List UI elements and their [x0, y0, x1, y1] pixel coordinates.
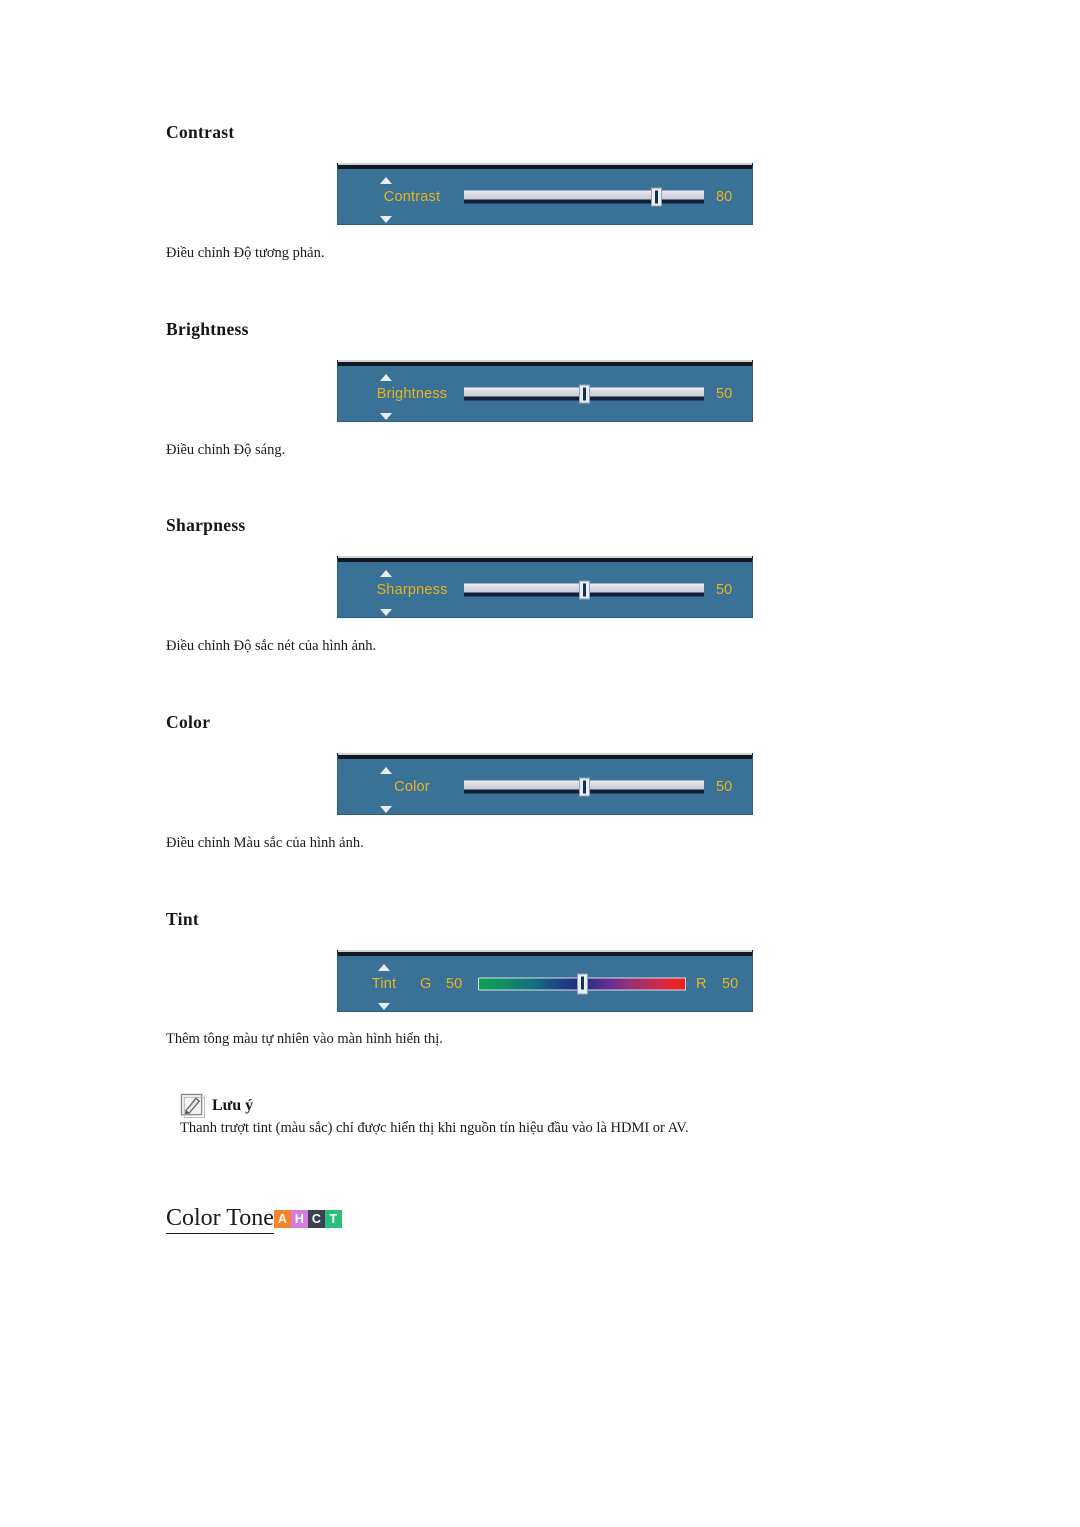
slider-contrast[interactable]	[464, 187, 704, 206]
tint-green-letter: G	[420, 975, 432, 992]
tint-green-value: 50	[446, 975, 463, 992]
osd-value-sharpness: 50	[716, 581, 733, 598]
osd-panel-contrast: Contrast 80	[337, 163, 753, 225]
osd-panel-tint: Tint G 50 R 50	[337, 950, 753, 1012]
section-caption-brightness: Điều chỉnh Độ sáng.	[166, 442, 286, 458]
slider-handle[interactable]	[579, 580, 590, 599]
arrow-up-icon[interactable]	[378, 964, 390, 971]
color-tone-heading-text: Color Tone	[166, 1205, 274, 1234]
document-page: Contrast Contrast 80 Điều chỉnh Độ tương…	[0, 0, 1080, 1527]
section-caption-color: Điều chỉnh Màu sắc của hình ảnh.	[166, 835, 364, 851]
note-pencil-icon	[180, 1093, 205, 1118]
section-title-sharpness: Sharpness	[166, 515, 246, 535]
osd-label-contrast: Contrast	[383, 188, 441, 205]
slider-handle[interactable]	[577, 973, 588, 994]
badge-a: A	[273, 1209, 291, 1228]
note-body: Thanh trượt tint (màu sắc) chỉ được hiển…	[180, 1120, 689, 1136]
slider-shadow	[464, 199, 704, 203]
arrow-down-icon[interactable]	[380, 216, 392, 223]
arrow-up-icon[interactable]	[380, 374, 392, 381]
osd-panel-brightness: Brightness 50	[337, 360, 753, 422]
slider-handle[interactable]	[579, 384, 590, 403]
osd-label-sharpness: Sharpness	[376, 581, 448, 598]
slider-handle[interactable]	[579, 777, 590, 796]
tint-red-value: 50	[722, 975, 739, 992]
section-caption-contrast: Điều chỉnh Độ tương phản.	[166, 245, 325, 261]
badge-t: T	[324, 1209, 342, 1228]
section-title-color: Color	[166, 712, 211, 732]
osd-label-brightness: Brightness	[376, 385, 448, 402]
note-header: Lưu ý	[180, 1093, 253, 1118]
osd-panel-color: Color 50	[337, 753, 753, 815]
slider-handle[interactable]	[651, 187, 662, 206]
arrow-down-icon[interactable]	[378, 1003, 390, 1010]
section-title-tint: Tint	[166, 909, 199, 929]
arrow-up-icon[interactable]	[380, 570, 392, 577]
color-tone-heading: Color Tone A H C T	[166, 1205, 342, 1234]
slider-tint[interactable]	[478, 973, 686, 994]
arrow-down-icon[interactable]	[380, 609, 392, 616]
arrow-down-icon[interactable]	[380, 806, 392, 813]
tint-red-letter: R	[696, 975, 707, 992]
section-title-brightness: Brightness	[166, 319, 249, 339]
osd-panel-sharpness: Sharpness 50	[337, 556, 753, 618]
section-caption-sharpness: Điều chỉnh Độ sắc nét của hình ảnh.	[166, 638, 377, 654]
osd-label-tint: Tint	[371, 975, 397, 992]
slider-sharpness[interactable]	[464, 580, 704, 599]
arrow-up-icon[interactable]	[380, 177, 392, 184]
osd-label-color: Color	[394, 778, 430, 795]
arrow-up-icon[interactable]	[380, 767, 392, 774]
badge-c: C	[307, 1209, 325, 1228]
color-tone-badges: A H C T	[273, 1209, 342, 1230]
arrow-down-icon[interactable]	[380, 413, 392, 420]
slider-brightness[interactable]	[464, 384, 704, 403]
section-title-contrast: Contrast	[166, 122, 235, 142]
osd-value-color: 50	[716, 778, 733, 795]
slider-color[interactable]	[464, 777, 704, 796]
badge-h: H	[290, 1209, 308, 1228]
section-caption-tint: Thêm tông màu tự nhiên vào màn hình hiển…	[166, 1031, 443, 1047]
note-title: Lưu ý	[212, 1096, 254, 1114]
osd-value-brightness: 50	[716, 385, 733, 402]
osd-value-contrast: 80	[716, 188, 733, 205]
